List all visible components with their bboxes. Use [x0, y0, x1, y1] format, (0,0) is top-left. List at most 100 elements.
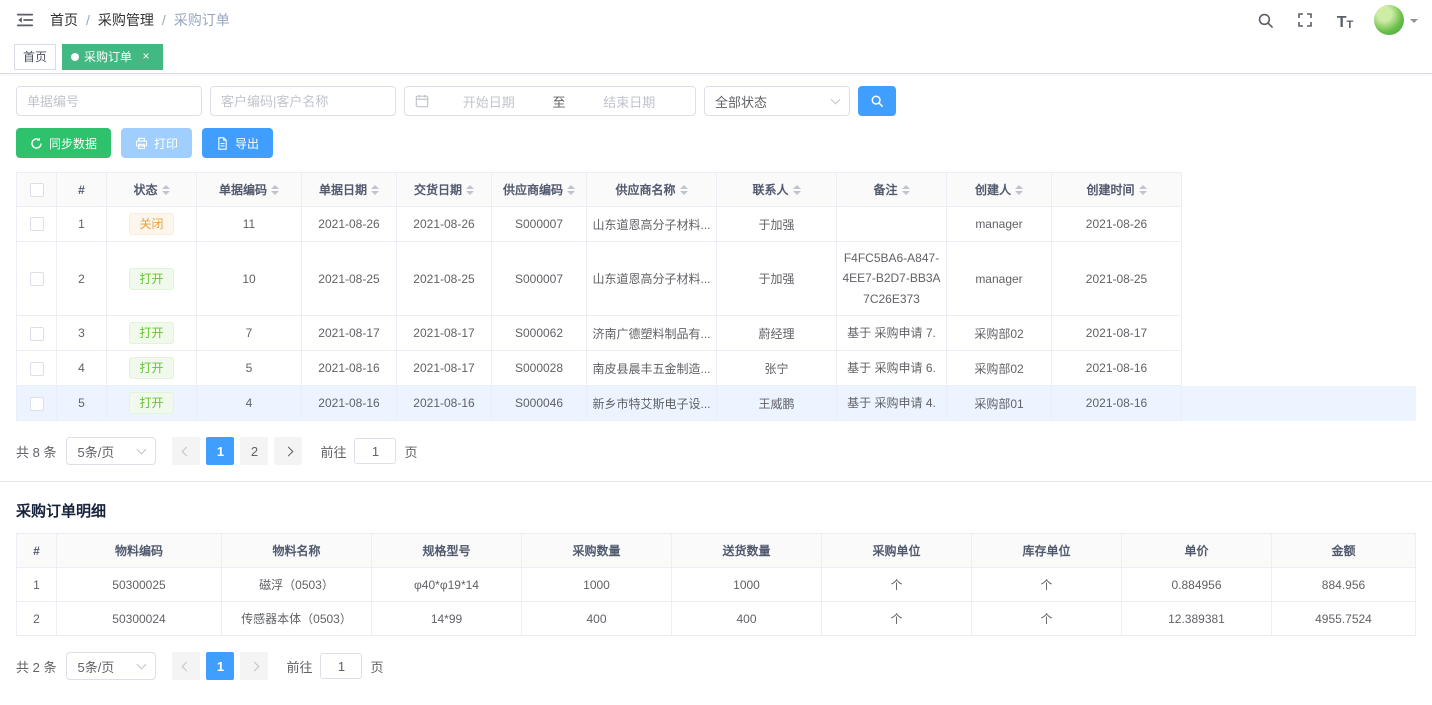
search-icon[interactable] [1254, 9, 1276, 31]
col-contact[interactable]: 联系人 [717, 173, 837, 207]
chevron-right-icon [250, 661, 260, 671]
date-range-picker[interactable]: 开始日期 至 结束日期 [404, 86, 696, 116]
col-delivery-date[interactable]: 交货日期 [397, 173, 492, 207]
cell-purchase-qty: 400 [522, 602, 672, 636]
row-checkbox[interactable] [30, 362, 44, 376]
table-row[interactable]: 2 打开 10 2021-08-25 2021-08-25 S000007 山东… [17, 242, 1417, 316]
status-badge: 打开 [129, 322, 173, 344]
row-checkbox[interactable] [30, 327, 44, 341]
search-icon [870, 94, 884, 108]
breadcrumb-home[interactable]: 首页 [50, 10, 78, 30]
cell-contact: 张宁 [717, 351, 837, 386]
cell-purchase-unit: 个 [822, 568, 972, 602]
avatar[interactable] [1374, 5, 1404, 35]
prev-page-button[interactable] [172, 652, 200, 680]
fullscreen-icon[interactable] [1294, 9, 1316, 31]
col-status[interactable]: 状态 [107, 173, 197, 207]
prev-page-button[interactable] [172, 437, 200, 465]
tag-home[interactable]: 首页 [14, 44, 56, 70]
col-created-at[interactable]: 创建时间 [1052, 173, 1182, 207]
sort-caret[interactable] [1015, 185, 1023, 195]
end-date-placeholder[interactable]: 结束日期 [574, 92, 686, 111]
action-toolbar: 同步数据 打印 导出 [16, 128, 1416, 158]
cell-supplier-code: S000046 [492, 386, 587, 421]
col-remark[interactable]: 备注 [837, 173, 947, 207]
cell-contact: 于加强 [717, 242, 837, 316]
customer-input[interactable] [221, 94, 385, 109]
page-button-1[interactable]: 1 [206, 437, 234, 465]
user-menu[interactable] [1374, 5, 1418, 35]
doc-no-field [16, 86, 202, 116]
sort-caret[interactable] [162, 185, 170, 195]
sort-caret[interactable] [371, 185, 379, 195]
cell-supplier-code: S000007 [492, 242, 587, 316]
sort-caret[interactable] [902, 185, 910, 195]
row-checkbox[interactable] [30, 397, 44, 411]
next-page-button[interactable] [240, 652, 268, 680]
hamburger-icon[interactable] [14, 9, 36, 31]
font-size-icon[interactable]: TT [1334, 9, 1356, 31]
cell-supplier-code: S000007 [492, 207, 587, 242]
cell-purchase-qty: 1000 [522, 568, 672, 602]
cell-delivery-qty: 400 [672, 602, 822, 636]
start-date-placeholder[interactable]: 开始日期 [433, 92, 545, 111]
cell-created-at: 2021-08-17 [1052, 316, 1182, 351]
table-row[interactable]: 3 打开 7 2021-08-17 2021-08-17 S000062 济南广… [17, 316, 1417, 351]
sort-caret[interactable] [793, 185, 801, 195]
row-checkbox[interactable] [30, 217, 44, 231]
export-button[interactable]: 导出 [202, 128, 273, 158]
col-code[interactable]: 单据编码 [197, 173, 302, 207]
cell-spec: φ40*φ19*14 [372, 568, 522, 602]
table-row-selected[interactable]: 5 打开 4 2021-08-16 2021-08-16 S000046 新乡市… [17, 386, 1417, 421]
print-button[interactable]: 打印 [121, 128, 192, 158]
table-row[interactable]: 4 打开 5 2021-08-16 2021-08-17 S000028 南皮县… [17, 351, 1417, 386]
select-all-checkbox[interactable] [30, 183, 44, 197]
tag-purchase-orders[interactable]: 采购订单 × [62, 44, 163, 70]
col-supplier-code[interactable]: 供应商编码 [492, 173, 587, 207]
col-material-code: 物料编码 [57, 534, 222, 568]
doc-no-input[interactable] [27, 94, 191, 109]
cell-index: 4 [57, 351, 107, 386]
detail-row[interactable]: 1 50300025 磁浮（0503） φ40*φ19*14 1000 1000… [17, 568, 1416, 602]
cell-created-at: 2021-08-25 [1052, 242, 1182, 316]
row-checkbox[interactable] [30, 272, 44, 286]
details-table: # 物料编码 物料名称 规格型号 采购数量 送货数量 采购单位 库存单位 单价 … [16, 533, 1416, 636]
chevron-right-icon [284, 446, 294, 456]
page-button-2[interactable]: 2 [240, 437, 268, 465]
cell-supplier-name: 南皮县晨丰五金制造... [587, 351, 717, 386]
goto-page-input[interactable] [354, 438, 396, 464]
close-icon[interactable]: × [138, 49, 154, 65]
cell-supplier-name: 新乡市特艾斯电子设... [587, 386, 717, 421]
orders-header-row: # 状态 单据编码 单据日期 交货日期 供应商编码 供应商名称 联系人 备注 创… [17, 173, 1417, 207]
next-page-button[interactable] [274, 437, 302, 465]
cell-code: 11 [197, 207, 302, 242]
col-supplier-name[interactable]: 供应商名称 [587, 173, 717, 207]
sort-caret[interactable] [567, 185, 575, 195]
goto-page-input[interactable] [320, 653, 362, 679]
total-count: 共 2 条 [16, 657, 56, 676]
search-button[interactable] [858, 86, 896, 116]
col-doc-date[interactable]: 单据日期 [302, 173, 397, 207]
col-purchase-unit: 采购单位 [822, 534, 972, 568]
cell-code: 10 [197, 242, 302, 316]
page-button-1[interactable]: 1 [206, 652, 234, 680]
status-badge: 打开 [129, 357, 173, 379]
cell-index: 3 [57, 316, 107, 351]
page-size-select[interactable]: 5条/页 [66, 437, 156, 465]
sync-data-button[interactable]: 同步数据 [16, 128, 111, 158]
cell-creator: manager [947, 242, 1052, 316]
breadcrumb-section[interactable]: 采购管理 [98, 10, 154, 30]
col-creator[interactable]: 创建人 [947, 173, 1052, 207]
col-amount: 金额 [1272, 534, 1416, 568]
sort-caret[interactable] [271, 185, 279, 195]
detail-row[interactable]: 2 50300024 传感器本体（0503） 14*99 400 400 个 个… [17, 602, 1416, 636]
page-size-select[interactable]: 5条/页 [66, 652, 156, 680]
col-purchase-qty: 采购数量 [522, 534, 672, 568]
cell-index: 1 [17, 568, 57, 602]
sort-caret[interactable] [1139, 185, 1147, 195]
sort-caret[interactable] [680, 185, 688, 195]
status-select[interactable]: 全部状态 [704, 86, 850, 116]
details-header-row: # 物料编码 物料名称 规格型号 采购数量 送货数量 采购单位 库存单位 单价 … [17, 534, 1416, 568]
table-row[interactable]: 1 关闭 11 2021-08-26 2021-08-26 S000007 山东… [17, 207, 1417, 242]
sort-caret[interactable] [466, 185, 474, 195]
